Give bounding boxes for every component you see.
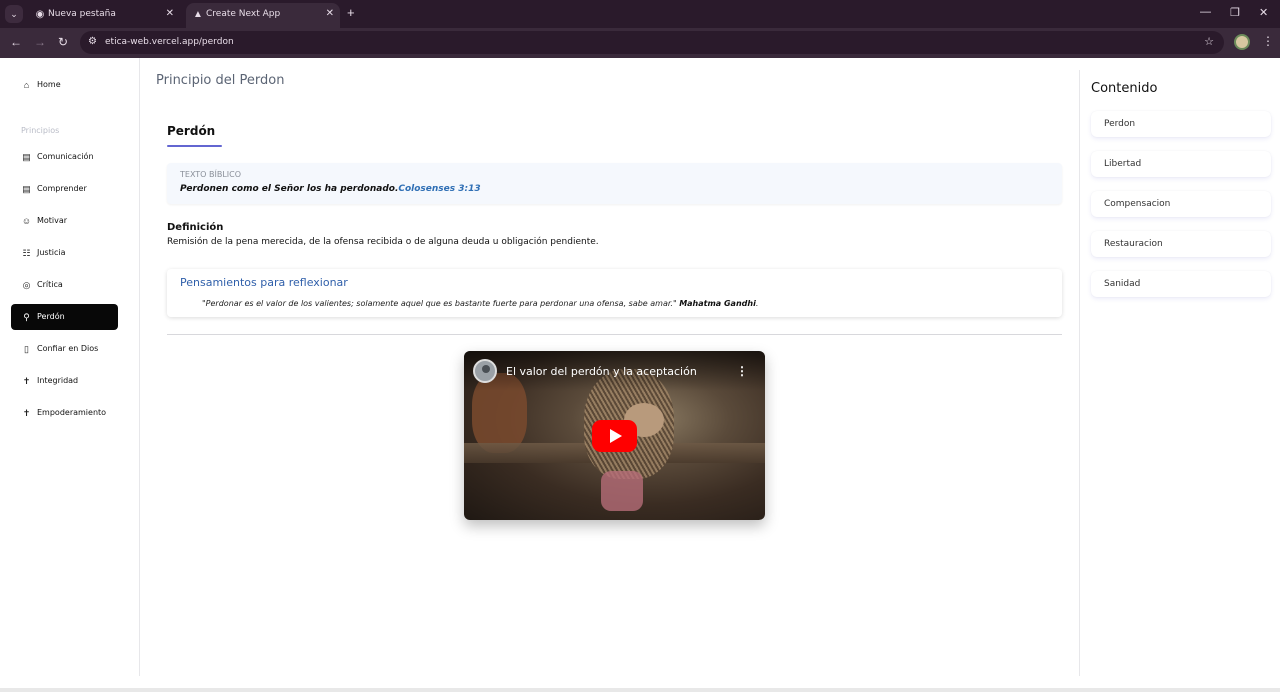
quote-end: . — [755, 299, 759, 308]
person-icon: ⚲ — [23, 312, 30, 322]
table-of-contents: Contenido Perdon Libertad Compensacion R… — [1079, 70, 1280, 676]
definition-text: Remisión de la pena merecida, de la ofen… — [167, 237, 599, 247]
bible-verse-text: Perdonen como el Señor los ha perdonado. — [180, 184, 399, 194]
new-tab-plus-icon[interactable]: + — [347, 5, 355, 20]
sidebar-item-comprender[interactable]: ▤ Comprender — [11, 176, 118, 202]
toc-item-label: Sanidad — [1104, 279, 1141, 289]
tab-search-chevron-icon[interactable]: ⌄ — [5, 5, 23, 23]
play-button-icon[interactable] — [592, 420, 637, 452]
bible-verse-card: TEXTO BÍBLICO Perdonen como el Señor los… — [167, 163, 1062, 204]
divider — [167, 334, 1062, 335]
tablet-icon: ▯ — [24, 344, 29, 354]
sidebar-item-integridad[interactable]: ✝ Integridad — [11, 368, 118, 394]
sidebar: ⌂ Home Principios ▤ Comunicación ▤ Compr… — [0, 58, 140, 676]
home-icon: ⌂ — [23, 80, 30, 90]
sidebar-item-confiar-en-dios[interactable]: ▯ Confiar en Dios — [11, 336, 118, 362]
window-close-icon[interactable]: ✕ — [1259, 6, 1268, 19]
profile-avatar[interactable] — [1234, 34, 1250, 50]
reload-icon[interactable]: ↻ — [58, 35, 68, 49]
sidebar-item-comunicacion[interactable]: ▤ Comunicación — [11, 144, 118, 170]
sidebar-item-empoderamiento[interactable]: ✝ Empoderamiento — [11, 400, 118, 426]
video-thumbnail-shirt — [601, 471, 643, 511]
columns-icon: ☷ — [22, 248, 31, 258]
sidebar-item-label: Justicia — [37, 248, 66, 257]
sidebar-item-label: Motivar — [37, 216, 68, 225]
browser-tab-new[interactable]: ◉ Nueva pestaña ✕ — [28, 3, 180, 28]
sidebar-item-perdon[interactable]: ⚲ Perdón — [11, 304, 118, 330]
forward-arrow-icon[interactable]: → — [34, 35, 46, 49]
browser-tab-bar: ⌄ ◉ Nueva pestaña ✕ ▲ Create Next App ✕ … — [0, 0, 1280, 28]
sidebar-item-label: Confiar en Dios — [37, 344, 99, 353]
toc-item-restauracion[interactable]: Restauracion — [1091, 231, 1271, 257]
toc-item-label: Libertad — [1104, 159, 1142, 169]
title-underline — [167, 145, 222, 147]
figure-icon: ✝ — [22, 376, 31, 386]
address-bar-row: ← → ↻ ⚙ etica-web.vercel.app/perdon ☆ — [0, 28, 1280, 58]
video-title[interactable]: El valor del perdón y la aceptación — [506, 365, 697, 378]
tab-title: Create Next App — [206, 9, 281, 19]
restore-icon[interactable]: ❐ — [1230, 6, 1240, 19]
url-text[interactable]: etica-web.vercel.app/perdon — [105, 37, 234, 47]
toc-item-label: Perdon — [1104, 119, 1136, 129]
sidebar-item-justicia[interactable]: ☷ Justicia — [11, 240, 118, 266]
channel-avatar[interactable] — [473, 359, 497, 383]
page-content: ⌂ Home Principios ▤ Comunicación ▤ Compr… — [0, 58, 1280, 688]
toc-item-label: Restauracion — [1104, 239, 1163, 249]
book-icon: ▤ — [22, 152, 31, 162]
globe-icon: ◉ — [35, 9, 45, 20]
close-tab-icon[interactable]: ✕ — [166, 8, 174, 19]
sidebar-item-label: Comprender — [37, 184, 87, 193]
youtube-video-embed[interactable]: El valor del perdón y la aceptación ⋮ — [464, 351, 765, 520]
sidebar-item-label: Integridad — [37, 376, 79, 385]
sidebar-item-label: Empoderamiento — [37, 408, 107, 417]
site-settings-icon[interactable]: ⚙ — [88, 36, 97, 47]
toc-title: Contenido — [1091, 81, 1158, 96]
target-icon: ◎ — [22, 280, 31, 290]
bible-label: TEXTO BÍBLICO — [180, 170, 242, 179]
sidebar-item-label: Comunicación — [37, 152, 94, 161]
sidebar-item-motivar[interactable]: ☺ Motivar — [11, 208, 118, 234]
close-tab-icon[interactable]: ✕ — [326, 8, 334, 19]
nextjs-icon: ▲ — [193, 9, 203, 20]
quote-text: "Perdonar es el valor de los valientes; … — [202, 299, 677, 308]
tab-title: Nueva pestaña — [48, 9, 116, 19]
figure-icon: ✝ — [22, 408, 31, 418]
bible-verse: Perdonen como el Señor los ha perdonado.… — [180, 184, 481, 194]
browser-tab-active[interactable]: ▲ Create Next App ✕ — [186, 3, 340, 28]
toc-item-label: Compensacion — [1104, 199, 1171, 209]
sidebar-section-heading: Principios — [21, 126, 60, 135]
url-omnibox[interactable]: ⚙ etica-web.vercel.app/perdon ☆ — [80, 31, 1224, 54]
bible-reference: Colosenses 3:13 — [398, 184, 481, 194]
reflection-quote: "Perdonar es el valor de los valientes; … — [202, 299, 758, 308]
sidebar-item-label: Perdón — [37, 312, 65, 321]
bookmark-star-icon[interactable]: ☆ — [1204, 35, 1214, 48]
video-more-icon[interactable]: ⋮ — [736, 364, 748, 378]
sidebar-item-home[interactable]: ⌂ Home — [11, 72, 118, 98]
window-bottom-border — [0, 688, 1280, 692]
toc-item-libertad[interactable]: Libertad — [1091, 151, 1271, 177]
definition-title: Definición — [167, 222, 224, 233]
sidebar-item-label: Home — [37, 80, 61, 89]
page-title: Principio del Perdon — [156, 73, 285, 88]
smile-icon: ☺ — [21, 216, 32, 226]
sidebar-item-label: Crítica — [37, 280, 63, 289]
toc-item-sanidad[interactable]: Sanidad — [1091, 271, 1271, 297]
minimize-icon[interactable]: — — [1200, 6, 1211, 18]
reflection-card: Pensamientos para reflexionar "Perdonar … — [167, 269, 1062, 317]
quote-author: Mahatma Gandhi — [679, 299, 756, 308]
back-arrow-icon[interactable]: ← — [10, 35, 22, 49]
document-icon: ▤ — [22, 184, 31, 194]
browser-menu-icon[interactable]: ⋮ — [1262, 34, 1274, 48]
section-title: Perdón — [167, 124, 216, 138]
sidebar-item-critica[interactable]: ◎ Crítica — [11, 272, 118, 298]
toc-item-perdon[interactable]: Perdon — [1091, 111, 1271, 137]
toc-item-compensacion[interactable]: Compensacion — [1091, 191, 1271, 217]
reflection-title: Pensamientos para reflexionar — [180, 276, 348, 289]
